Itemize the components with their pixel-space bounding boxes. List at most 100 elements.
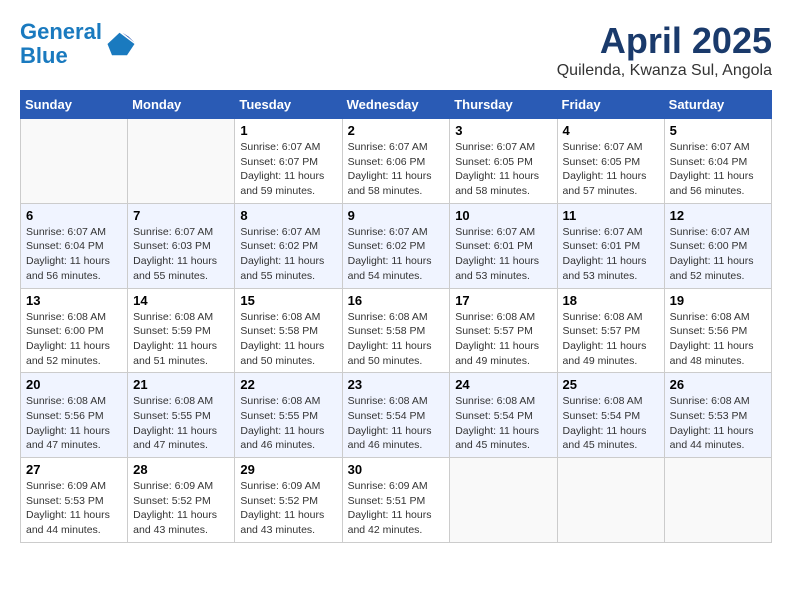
day-number: 16 bbox=[348, 293, 445, 308]
calendar-header-monday: Monday bbox=[128, 91, 235, 119]
calendar-cell: 24Sunrise: 6:08 AMSunset: 5:54 PMDayligh… bbox=[450, 373, 557, 458]
calendar-cell bbox=[664, 458, 771, 543]
calendar-cell: 22 Sunrise: 6:08 AMSunset: 5:55 PMDayligh… bbox=[235, 373, 342, 458]
header: General Blue April 2025 Quilenda, Kwanza… bbox=[20, 20, 772, 80]
calendar-header-tuesday: Tuesday bbox=[235, 91, 342, 119]
day-number: 28 bbox=[133, 462, 229, 477]
day-info: Sunrise: 6:07 AMSunset: 6:01 PMDaylight:… bbox=[563, 225, 659, 284]
day-info: Sunrise: 6:08 AMSunset: 5:54 PMDaylight:… bbox=[348, 394, 445, 453]
day-info: Sunrise: 6:07 AMSunset: 6:00 PMDaylight:… bbox=[670, 225, 766, 284]
logo-text: General Blue bbox=[20, 20, 102, 68]
calendar-cell: 30Sunrise: 6:09 AMSunset: 5:51 PMDayligh… bbox=[342, 458, 450, 543]
day-number: 13 bbox=[26, 293, 122, 308]
calendar-cell: 21 Sunrise: 6:08 AMSunset: 5:55 PMDayligh… bbox=[128, 373, 235, 458]
day-number: 20 bbox=[26, 377, 122, 392]
day-info: Sunrise: 6:09 AMSunset: 5:53 PMDaylight:… bbox=[26, 479, 122, 538]
day-number: 12 bbox=[670, 208, 766, 223]
calendar-cell: 11 Sunrise: 6:07 AMSunset: 6:01 PMDayligh… bbox=[557, 203, 664, 288]
calendar-header-thursday: Thursday bbox=[450, 91, 557, 119]
calendar-week-2: 6 Sunrise: 6:07 AMSunset: 6:04 PMDaylight… bbox=[21, 203, 772, 288]
day-info: Sunrise: 6:08 AMSunset: 5:55 PMDaylight:… bbox=[133, 394, 229, 453]
calendar-cell: 18 Sunrise: 6:08 AMSunset: 5:57 PMDayligh… bbox=[557, 288, 664, 373]
day-info: Sunrise: 6:08 AMSunset: 5:59 PMDaylight:… bbox=[133, 310, 229, 369]
calendar-cell: 9 Sunrise: 6:07 AMSunset: 6:02 PMDaylight… bbox=[342, 203, 450, 288]
day-info: Sunrise: 6:08 AMSunset: 5:58 PMDaylight:… bbox=[240, 310, 336, 369]
day-info: Sunrise: 6:07 AMSunset: 6:02 PMDaylight:… bbox=[240, 225, 336, 284]
calendar-header-saturday: Saturday bbox=[664, 91, 771, 119]
day-info: Sunrise: 6:07 AMSunset: 6:02 PMDaylight:… bbox=[348, 225, 445, 284]
day-number: 14 bbox=[133, 293, 229, 308]
calendar-cell: 3 Sunrise: 6:07 AMSunset: 6:05 PMDaylight… bbox=[450, 119, 557, 204]
calendar-cell bbox=[450, 458, 557, 543]
calendar-cell: 8Sunrise: 6:07 AMSunset: 6:02 PMDaylight… bbox=[235, 203, 342, 288]
day-number: 4 bbox=[563, 123, 659, 138]
calendar-cell: 2 Sunrise: 6:07 AMSunset: 6:06 PMDaylight… bbox=[342, 119, 450, 204]
calendar-cell: 16 Sunrise: 6:08 AMSunset: 5:58 PMDayligh… bbox=[342, 288, 450, 373]
calendar-cell: 29Sunrise: 6:09 AMSunset: 5:52 PMDayligh… bbox=[235, 458, 342, 543]
day-number: 21 bbox=[133, 377, 229, 392]
day-info: Sunrise: 6:08 AMSunset: 6:00 PMDaylight:… bbox=[26, 310, 122, 369]
day-number: 15 bbox=[240, 293, 336, 308]
day-info: Sunrise: 6:07 AMSunset: 6:03 PMDaylight:… bbox=[133, 225, 229, 284]
calendar-cell: 14 Sunrise: 6:08 AMSunset: 5:59 PMDayligh… bbox=[128, 288, 235, 373]
day-info: Sunrise: 6:09 AMSunset: 5:52 PMDaylight:… bbox=[133, 479, 229, 538]
calendar-cell: 19 Sunrise: 6:08 AMSunset: 5:56 PMDayligh… bbox=[664, 288, 771, 373]
day-number: 3 bbox=[455, 123, 551, 138]
calendar-table: SundayMondayTuesdayWednesdayThursdayFrid… bbox=[20, 90, 772, 543]
calendar-cell: 10Sunrise: 6:07 AMSunset: 6:01 PMDayligh… bbox=[450, 203, 557, 288]
day-number: 7 bbox=[133, 208, 229, 223]
day-info: Sunrise: 6:08 AMSunset: 5:58 PMDaylight:… bbox=[348, 310, 445, 369]
calendar-header-sunday: Sunday bbox=[21, 91, 128, 119]
day-number: 11 bbox=[563, 208, 659, 223]
calendar-cell: 17 Sunrise: 6:08 AMSunset: 5:57 PMDayligh… bbox=[450, 288, 557, 373]
calendar-cell: 20Sunrise: 6:08 AMSunset: 5:56 PMDayligh… bbox=[21, 373, 128, 458]
day-info: Sunrise: 6:08 AMSunset: 5:54 PMDaylight:… bbox=[455, 394, 551, 453]
day-number: 2 bbox=[348, 123, 445, 138]
calendar-cell: 6 Sunrise: 6:07 AMSunset: 6:04 PMDaylight… bbox=[21, 203, 128, 288]
day-number: 10 bbox=[455, 208, 551, 223]
day-number: 17 bbox=[455, 293, 551, 308]
calendar-cell bbox=[557, 458, 664, 543]
calendar-cell: 13 Sunrise: 6:08 AMSunset: 6:00 PMDayligh… bbox=[21, 288, 128, 373]
day-info: Sunrise: 6:08 AMSunset: 5:57 PMDaylight:… bbox=[563, 310, 659, 369]
calendar-header-wednesday: Wednesday bbox=[342, 91, 450, 119]
calendar-week-5: 27 Sunrise: 6:09 AMSunset: 5:53 PMDayligh… bbox=[21, 458, 772, 543]
day-number: 9 bbox=[348, 208, 445, 223]
calendar-cell bbox=[21, 119, 128, 204]
title-area: April 2025 Quilenda, Kwanza Sul, Angola bbox=[557, 20, 772, 80]
day-number: 18 bbox=[563, 293, 659, 308]
day-number: 27 bbox=[26, 462, 122, 477]
day-number: 19 bbox=[670, 293, 766, 308]
day-info: Sunrise: 6:08 AMSunset: 5:57 PMDaylight:… bbox=[455, 310, 551, 369]
location-subtitle: Quilenda, Kwanza Sul, Angola bbox=[557, 62, 772, 80]
day-number: 5 bbox=[670, 123, 766, 138]
day-info: Sunrise: 6:07 AMSunset: 6:04 PMDaylight:… bbox=[670, 140, 766, 199]
day-number: 29 bbox=[240, 462, 336, 477]
calendar-header-row: SundayMondayTuesdayWednesdayThursdayFrid… bbox=[21, 91, 772, 119]
day-number: 30 bbox=[348, 462, 445, 477]
calendar-week-4: 20Sunrise: 6:08 AMSunset: 5:56 PMDayligh… bbox=[21, 373, 772, 458]
day-info: Sunrise: 6:07 AMSunset: 6:06 PMDaylight:… bbox=[348, 140, 445, 199]
logo-icon bbox=[106, 29, 136, 59]
day-number: 22 bbox=[240, 377, 336, 392]
calendar-cell: 28 Sunrise: 6:09 AMSunset: 5:52 PMDayligh… bbox=[128, 458, 235, 543]
calendar-cell: 25Sunrise: 6:08 AMSunset: 5:54 PMDayligh… bbox=[557, 373, 664, 458]
calendar-cell: 1Sunrise: 6:07 AMSunset: 6:07 PMDaylight… bbox=[235, 119, 342, 204]
day-number: 1 bbox=[240, 123, 336, 138]
calendar-cell: 4Sunrise: 6:07 AMSunset: 6:05 PMDaylight… bbox=[557, 119, 664, 204]
calendar-cell: 15 Sunrise: 6:08 AMSunset: 5:58 PMDayligh… bbox=[235, 288, 342, 373]
month-title: April 2025 bbox=[557, 20, 772, 62]
day-number: 6 bbox=[26, 208, 122, 223]
day-number: 26 bbox=[670, 377, 766, 392]
calendar-cell: 5 Sunrise: 6:07 AMSunset: 6:04 PMDaylight… bbox=[664, 119, 771, 204]
day-info: Sunrise: 6:08 AMSunset: 5:55 PMDaylight:… bbox=[240, 394, 336, 453]
calendar-cell: 23 Sunrise: 6:08 AMSunset: 5:54 PMDayligh… bbox=[342, 373, 450, 458]
day-info: Sunrise: 6:07 AMSunset: 6:04 PMDaylight:… bbox=[26, 225, 122, 284]
day-info: Sunrise: 6:08 AMSunset: 5:56 PMDaylight:… bbox=[670, 310, 766, 369]
day-info: Sunrise: 6:07 AMSunset: 6:05 PMDaylight:… bbox=[455, 140, 551, 199]
calendar-header-friday: Friday bbox=[557, 91, 664, 119]
day-info: Sunrise: 6:08 AMSunset: 5:54 PMDaylight:… bbox=[563, 394, 659, 453]
calendar-cell: 26 Sunrise: 6:08 AMSunset: 5:53 PMDayligh… bbox=[664, 373, 771, 458]
day-number: 23 bbox=[348, 377, 445, 392]
day-info: Sunrise: 6:08 AMSunset: 5:53 PMDaylight:… bbox=[670, 394, 766, 453]
